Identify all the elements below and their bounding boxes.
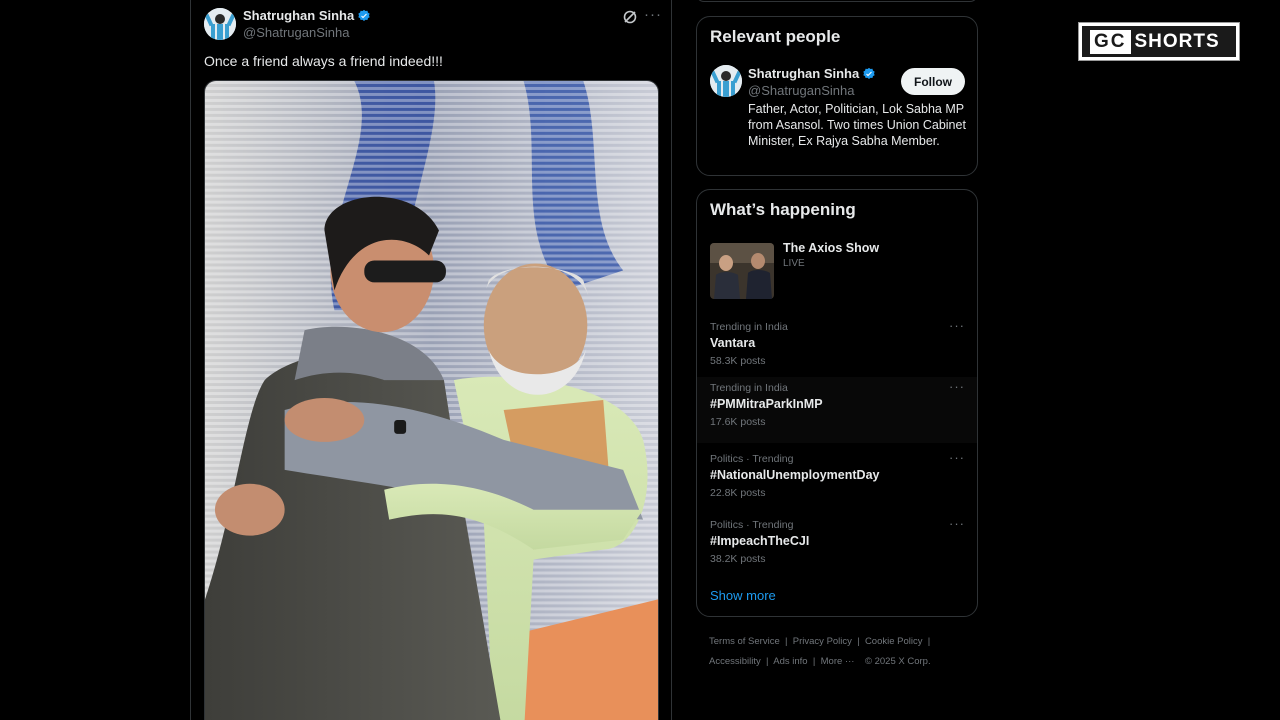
trend-post-count: 22.8K posts [710, 487, 766, 499]
trend-more-options-icon[interactable]: ··· [949, 516, 965, 531]
live-status: LIVE [783, 258, 805, 269]
footer-separator: | [927, 636, 931, 647]
whats-happening-card: What’s happening The Axios Show LIVE Tre… [696, 189, 978, 617]
grok-icon[interactable] [622, 9, 638, 25]
author-handle[interactable]: @ShatruganSinha [243, 25, 349, 40]
footer-row-1: Terms of Service | Privacy Policy | Cook… [709, 632, 979, 652]
search-card-edge [696, 0, 978, 2]
logo-gc-mark: GC [1090, 29, 1131, 54]
relevant-person-name-text[interactable]: Shatrughan Sinha [748, 66, 859, 81]
tweet-photo[interactable] [204, 80, 659, 720]
trend-post-count: 38.2K posts [710, 553, 766, 565]
trend-name[interactable]: #NationalUnemploymentDay [710, 468, 879, 482]
trend-more-options-icon[interactable]: ··· [949, 379, 965, 394]
relevant-person-handle[interactable]: @ShatruganSinha [748, 83, 854, 98]
logo-shorts-text: SHORTS [1134, 30, 1220, 52]
relevant-person-name[interactable]: Shatrughan Sinha [748, 66, 876, 81]
trend-context: Trending in India [710, 382, 788, 394]
verified-badge-icon [358, 9, 370, 21]
trend-item[interactable]: Politics · Trending #ImpeachTheCJI 38.2K… [697, 514, 977, 580]
footer-separator: | [812, 656, 816, 667]
trend-more-options-icon[interactable]: ··· [949, 450, 965, 465]
tweet-text: Once a friend always a friend indeed!!! [204, 53, 443, 69]
author-name[interactable]: Shatrughan Sinha [243, 8, 371, 23]
tweet-column: Shatrughan Sinha @ShatruganSinha ··· Onc… [190, 0, 672, 720]
relevant-person-bio: Father, Actor, Politician, Lok Sabha MP … [748, 102, 966, 148]
whats-happening-title: What’s happening [710, 200, 856, 219]
footer-copyright: © 2025 X Corp. [864, 656, 931, 667]
trend-item[interactable]: Trending in India #PMMitraParkInMP 17.6K… [697, 377, 977, 443]
tweet-header: Shatrughan Sinha @ShatruganSinha ··· [204, 6, 662, 42]
trend-context: Politics · Trending [710, 453, 794, 465]
verified-badge-icon [863, 67, 875, 79]
trend-name[interactable]: #ImpeachTheCJI [710, 534, 809, 548]
relevant-people-title: Relevant people [710, 27, 841, 46]
live-event-title[interactable]: The Axios Show [783, 241, 879, 255]
footer-accessibility-link[interactable]: Accessibility [709, 656, 761, 667]
tweet-more-options-icon[interactable]: ··· [644, 6, 662, 23]
trend-name[interactable]: #PMMitraParkInMP [710, 397, 823, 411]
footer-ads-link[interactable]: Ads info [773, 656, 807, 667]
relevant-people-card: Relevant people Shatrughan Sinha @Shatru… [696, 16, 978, 176]
follow-button[interactable]: Follow [901, 68, 965, 95]
logo-inner: GC SHORTS [1082, 26, 1236, 57]
footer-separator: | [766, 656, 769, 667]
trend-name[interactable]: Vantara [710, 336, 755, 350]
trend-post-count: 58.3K posts [710, 355, 766, 367]
author-name-text[interactable]: Shatrughan Sinha [243, 8, 354, 23]
trend-more-options-icon[interactable]: ··· [949, 318, 965, 333]
show-more-link[interactable]: Show more [710, 588, 776, 603]
footer-separator: | [785, 636, 788, 647]
sidebar-footer: Terms of Service | Privacy Policy | Cook… [709, 632, 979, 672]
footer-row-2: Accessibility | Ads info | More ··· © 20… [709, 652, 979, 672]
footer-terms-link[interactable]: Terms of Service [709, 636, 780, 647]
live-event-thumbnail[interactable] [710, 243, 774, 299]
trend-item[interactable]: Politics · Trending #NationalUnemploymen… [697, 448, 977, 514]
trend-context: Trending in India [710, 321, 788, 333]
trend-item[interactable]: Trending in India Vantara 58.3K posts ··… [697, 316, 977, 382]
footer-more-link[interactable]: More ··· [821, 656, 855, 667]
gc-shorts-logo: GC SHORTS [1078, 22, 1240, 61]
trend-post-count: 17.6K posts [710, 416, 766, 428]
footer-privacy-link[interactable]: Privacy Policy [793, 636, 852, 647]
footer-cookie-link[interactable]: Cookie Policy [865, 636, 923, 647]
relevant-person-avatar[interactable] [710, 65, 742, 97]
trend-context: Politics · Trending [710, 519, 794, 531]
footer-separator: | [857, 636, 860, 647]
author-avatar[interactable] [204, 8, 236, 40]
